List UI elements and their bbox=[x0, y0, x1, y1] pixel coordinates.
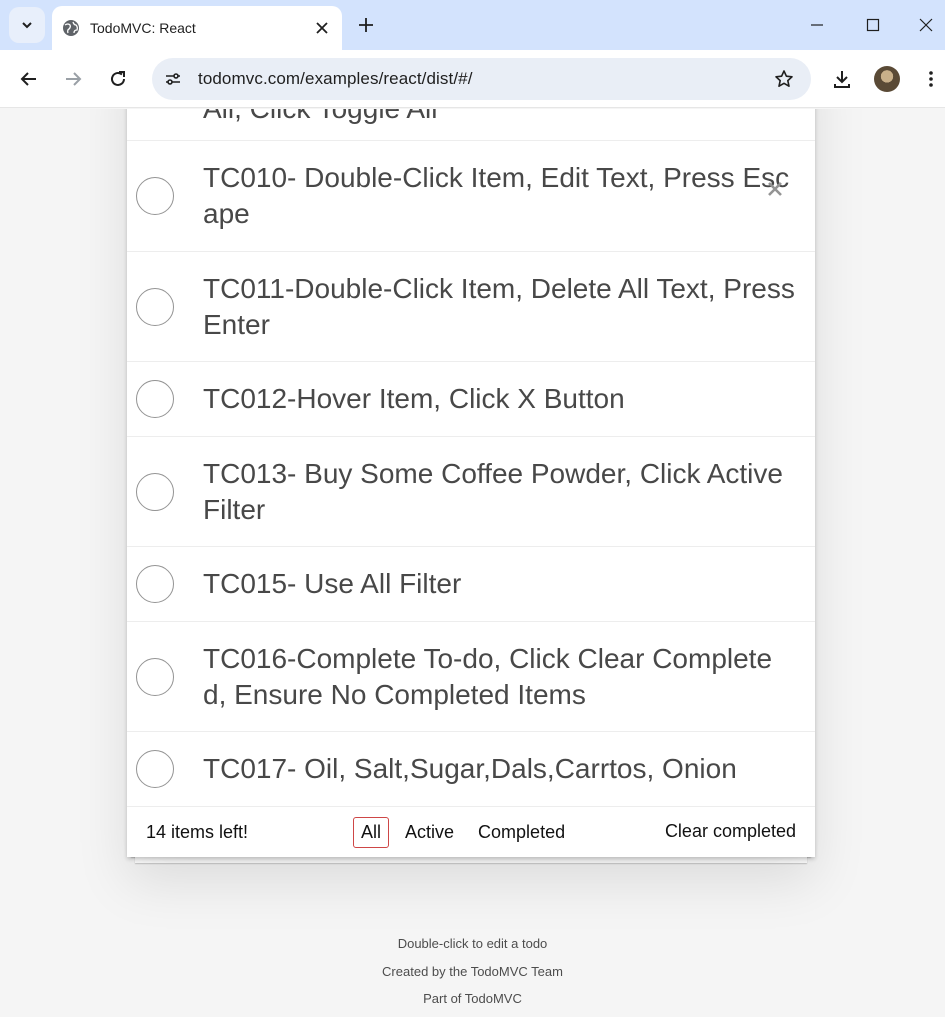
todo-label[interactable]: TC015- Use All Filter bbox=[127, 551, 481, 617]
page-viewport: All, Click Toggle All TC010- Double-Clic… bbox=[0, 109, 945, 1017]
todo-label[interactable]: TC010- Double-Click Item, Edit Text, Pre… bbox=[127, 145, 815, 247]
close-window-button[interactable] bbox=[906, 8, 945, 42]
todo-toggle-checkbox[interactable] bbox=[136, 750, 174, 788]
todo-label[interactable]: TC016-Complete To-do, Click Clear Comple… bbox=[127, 626, 815, 728]
todo-label[interactable]: TC017- Oil, Salt,Sugar,Dals,Carrtos, Oni… bbox=[127, 736, 757, 802]
maximize-button[interactable] bbox=[850, 8, 896, 42]
minimize-icon bbox=[811, 24, 823, 26]
clear-completed-button[interactable]: Clear completed bbox=[665, 821, 796, 842]
todo-item[interactable]: TC010- Double-Click Item, Edit Text, Pre… bbox=[127, 141, 815, 252]
info-edit-hint: Double-click to edit a todo bbox=[397, 936, 548, 951]
reload-button[interactable] bbox=[101, 62, 135, 96]
menu-button[interactable] bbox=[916, 62, 945, 96]
todo-item[interactable]: TC016-Complete To-do, Click Clear Comple… bbox=[127, 622, 815, 732]
close-icon bbox=[919, 18, 932, 32]
todo-item[interactable]: TC017- Oil, Salt,Sugar,Dals,Carrtos, Oni… bbox=[127, 732, 815, 807]
info-part-of[interactable]: Part of TodoMVC bbox=[0, 991, 945, 1006]
items-left-count: 14 items left! bbox=[146, 821, 249, 842]
todo-toggle-checkbox[interactable] bbox=[136, 472, 174, 511]
back-button[interactable] bbox=[12, 62, 46, 96]
todo-item[interactable]: TC012-Hover Item, Click X Button bbox=[127, 362, 815, 437]
site-info-icon[interactable] bbox=[160, 66, 186, 92]
todo-item[interactable]: All, Click Toggle All bbox=[127, 109, 815, 141]
browser-toolbar: todomvc.com/examples/react/dist/#/ bbox=[0, 50, 945, 108]
filter-completed[interactable]: Completed bbox=[470, 817, 573, 848]
maximize-icon bbox=[866, 18, 880, 32]
bookmark-star-icon[interactable] bbox=[767, 62, 801, 96]
todo-label[interactable]: TC011-Double-Click Item, Delete All Text… bbox=[127, 256, 815, 358]
arrow-right-icon bbox=[66, 72, 82, 86]
close-tab-icon[interactable] bbox=[308, 14, 336, 42]
arrow-left-icon bbox=[20, 72, 36, 86]
todo-label[interactable]: TC013- Buy Some Coffee Powder, Click Act… bbox=[127, 441, 815, 543]
chevron-down-icon bbox=[22, 22, 32, 29]
new-tab-button[interactable] bbox=[352, 11, 380, 39]
url-text: todomvc.com/examples/react/dist/#/ bbox=[198, 69, 473, 88]
address-bar[interactable]: todomvc.com/examples/react/dist/#/ bbox=[152, 58, 811, 100]
todo-toggle-checkbox[interactable] bbox=[136, 565, 174, 603]
download-icon bbox=[834, 71, 850, 88]
todo-toggle-checkbox[interactable] bbox=[136, 657, 174, 696]
todo-item[interactable]: TC013- Buy Some Coffee Powder, Click Act… bbox=[127, 437, 815, 547]
filter-active[interactable]: Active bbox=[397, 817, 462, 848]
todo-toggle-checkbox[interactable] bbox=[136, 380, 174, 418]
todo-toggle-checkbox[interactable] bbox=[136, 287, 174, 326]
tab-search-button[interactable] bbox=[9, 7, 45, 43]
todo-toggle-checkbox[interactable] bbox=[136, 177, 174, 215]
info-credits: Created by the TodoMVC Team bbox=[382, 964, 563, 979]
reload-icon bbox=[111, 71, 125, 86]
browser-titlebar: TodoMVC: React bbox=[0, 0, 945, 50]
avatar bbox=[874, 66, 900, 92]
more-vert-icon bbox=[928, 71, 933, 87]
todo-label[interactable]: All, Click Toggle All bbox=[127, 109, 457, 142]
minimize-button[interactable] bbox=[794, 8, 840, 42]
plus-icon bbox=[359, 18, 373, 32]
filter-all[interactable]: All bbox=[353, 817, 390, 848]
tab-title: TodoMVC: React bbox=[90, 20, 196, 36]
forward-button[interactable] bbox=[56, 62, 90, 96]
close-icon bbox=[768, 182, 782, 196]
todo-footer: 14 items left! All Active Completed Clea… bbox=[127, 807, 815, 857]
filters: All Active Completed bbox=[353, 817, 573, 848]
delete-todo-button[interactable] bbox=[763, 177, 787, 201]
todo-item[interactable]: TC015- Use All Filter bbox=[127, 547, 815, 622]
downloads-button[interactable] bbox=[825, 62, 859, 96]
browser-tab[interactable]: TodoMVC: React bbox=[52, 6, 342, 50]
todo-list: All, Click Toggle All TC010- Double-Clic… bbox=[127, 109, 815, 807]
globe-icon bbox=[62, 19, 80, 37]
profile-button[interactable] bbox=[870, 62, 904, 96]
todo-app: All, Click Toggle All TC010- Double-Clic… bbox=[127, 109, 815, 857]
todo-item[interactable]: TC011-Double-Click Item, Delete All Text… bbox=[127, 252, 815, 362]
todo-label[interactable]: TC012-Hover Item, Click X Button bbox=[127, 366, 645, 432]
